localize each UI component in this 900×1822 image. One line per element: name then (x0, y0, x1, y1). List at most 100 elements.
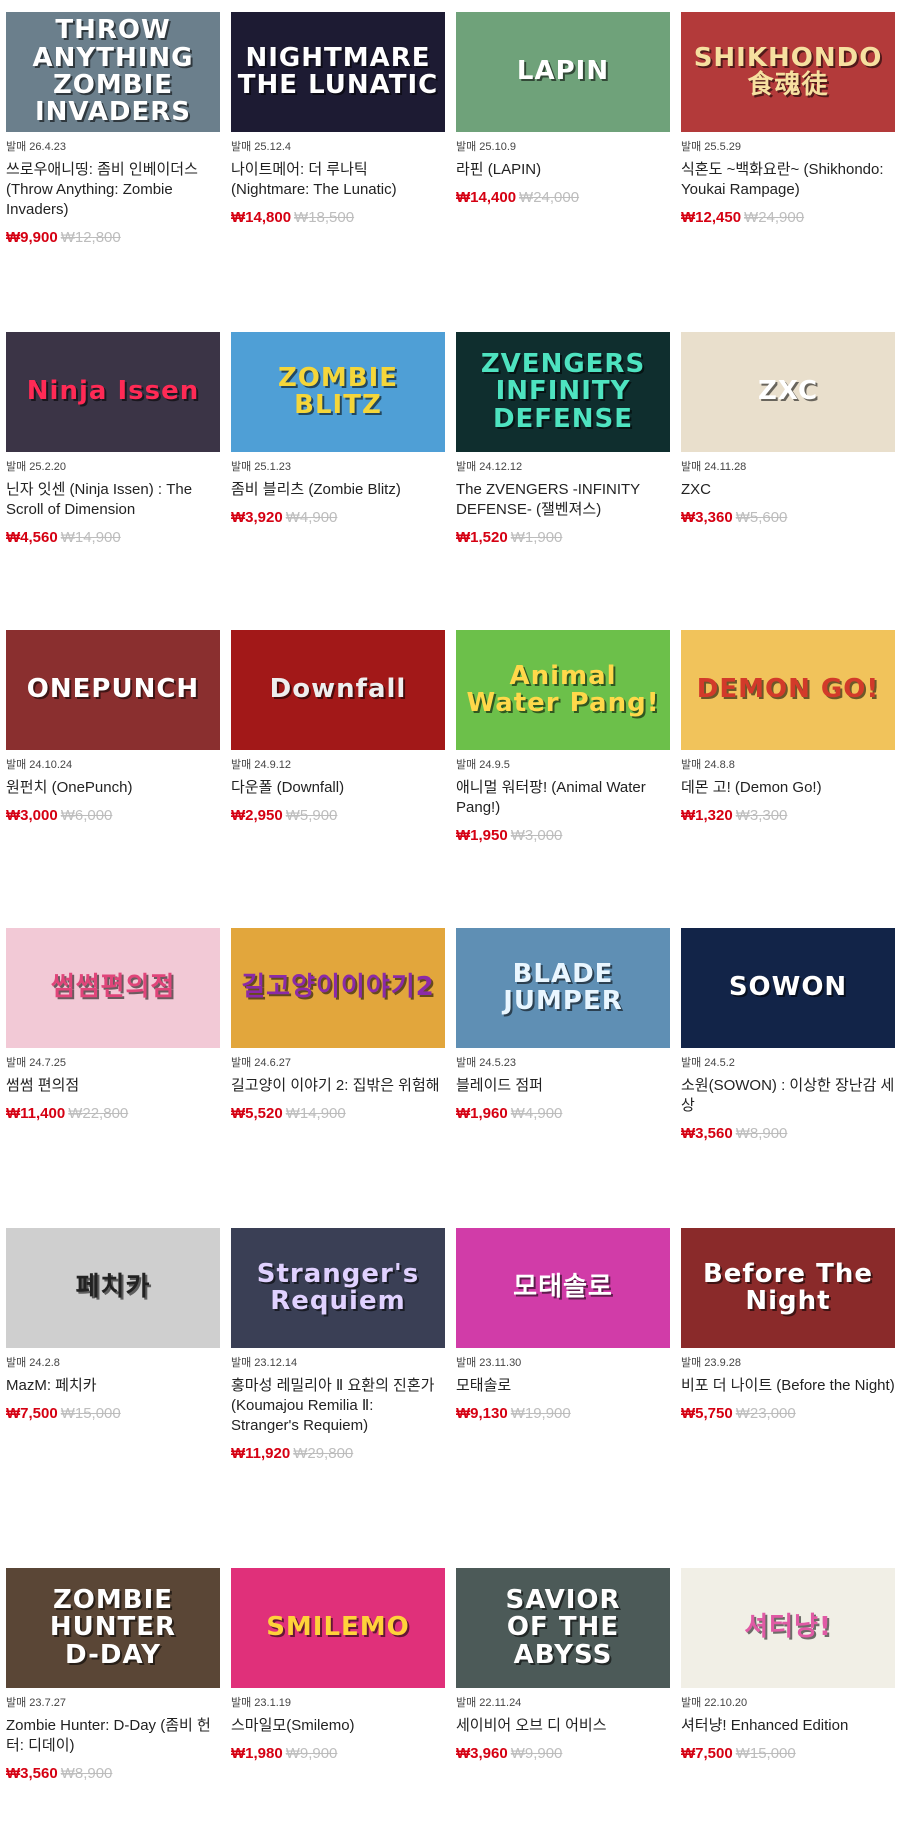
sale-price: ₩12,450 (681, 209, 742, 226)
game-title[interactable]: 소원(SOWON) : 이상한 장난감 세상 (681, 1076, 895, 1116)
game-card[interactable]: 썸썸편의점 발매 24.7.25 썸썸 편의점 ₩11,400 ₩22,800 (6, 928, 220, 1124)
game-thumbnail[interactable]: ZXC (681, 332, 895, 452)
game-thumbnail[interactable]: Stranger's Requiem (231, 1228, 445, 1348)
game-card[interactable]: SMILEMO 발매 23.1.19 스마일모(Smilemo) ₩1,980 ₩9,9… (231, 1568, 445, 1764)
game-title[interactable]: 비포 더 나이트 (Before the Night) (681, 1376, 895, 1396)
release-date: 발매 24.9.12 (231, 759, 291, 771)
sale-price: ₩3,960 (456, 1745, 508, 1762)
game-title[interactable]: 홍마성 레밀리아 Ⅱ 요환의 진혼가 (Koumajou Remilia Ⅱ: … (231, 1376, 445, 1436)
thumbnail-logo-text: NIGHTMARE THE LUNATIC (237, 42, 439, 100)
game-thumbnail[interactable]: SMILEMO (231, 1568, 445, 1688)
game-thumbnail[interactable]: 길고양이이야기2 (231, 928, 445, 1048)
game-card[interactable]: Ninja Issen 발매 25.2.20 닌자 잇센 (Ninja Issen)… (6, 332, 220, 548)
game-title[interactable]: 식혼도 ~백화요란~ (Shikhondo: Youkai Rampage) (681, 160, 895, 200)
original-price: ₩9,900 (285, 1745, 338, 1762)
release-date: 발매 23.11.30 (456, 1357, 522, 1369)
game-title[interactable]: 세이비어 오브 디 어비스 (456, 1716, 670, 1736)
game-title[interactable]: 원펀치 (OnePunch) (6, 778, 220, 798)
game-thumbnail[interactable]: SHIKHONDO 食魂徒 (681, 12, 895, 132)
game-thumbnail[interactable]: DEMON GO! (681, 630, 895, 750)
game-thumbnail[interactable]: 셔터냥! (681, 1568, 895, 1688)
game-card[interactable]: ZOMBIE BLITZ 발매 25.1.23 좀비 블리츠 (Zombie Bli… (231, 332, 445, 528)
game-thumbnail[interactable]: Before The Night (681, 1228, 895, 1348)
game-thumbnail[interactable]: ZOMBIE HUNTER D-DAY (6, 1568, 220, 1688)
game-title[interactable]: 썸썸 편의점 (6, 1076, 220, 1096)
original-price: ₩8,900 (60, 1765, 113, 1782)
game-card[interactable]: ZVENGERS INFINITY DEFENSE 발매 24.12.12 The … (456, 332, 670, 548)
game-title[interactable]: 다운폴 (Downfall) (231, 778, 445, 798)
game-thumbnail[interactable]: BLADE JUMPER (456, 928, 670, 1048)
game-thumbnail[interactable]: Downfall (231, 630, 445, 750)
sale-price: ₩11,920 (231, 1445, 291, 1462)
game-thumbnail[interactable]: 썸썸편의점 (6, 928, 220, 1048)
game-title[interactable]: MazM: 페치카 (6, 1376, 220, 1396)
game-thumbnail[interactable]: SAVIOR OF THE ABYSS (456, 1568, 670, 1688)
sale-price: ₩9,130 (456, 1405, 508, 1422)
game-title[interactable]: 데몬 고! (Demon Go!) (681, 778, 895, 798)
game-thumbnail[interactable]: 모태솔로 (456, 1228, 670, 1348)
game-card[interactable]: ZOMBIE HUNTER D-DAY 발매 23.7.27 Zombie Hunt… (6, 1568, 220, 1784)
game-title[interactable]: 길고양이 이야기 2: 집밖은 위험해 (231, 1076, 445, 1096)
game-card[interactable]: ZXC 발매 24.11.28 ZXC ₩3,360 ₩5,600 (681, 332, 895, 528)
game-title[interactable]: 모태솔로 (456, 1376, 670, 1396)
game-grid: THROW ANYTHING ZOMBIE INVADERS 발매 26.4.23… (0, 0, 900, 1822)
game-card[interactable]: LAPIN 발매 25.10.9 라핀 (LAPIN) ₩14,400 ₩24,000 (456, 12, 670, 208)
game-thumbnail[interactable]: Animal Water Pang! (456, 630, 670, 750)
game-title[interactable]: 좀비 블리츠 (Zombie Blitz) (231, 480, 445, 500)
thumbnail-logo-text: SAVIOR OF THE ABYSS (505, 1585, 621, 1670)
game-thumbnail[interactable]: Ninja Issen (6, 332, 220, 452)
price-row: ₩9,130 ₩19,900 (456, 1404, 670, 1424)
release-date: 발매 24.11.28 (681, 461, 747, 473)
game-card[interactable]: SOWON 발매 24.5.2 소원(SOWON) : 이상한 장난감 세상 ₩3,5… (681, 928, 895, 1144)
game-card[interactable]: BLADE JUMPER 발매 24.5.23 블레이드 점퍼 ₩1,960 ₩4,90… (456, 928, 670, 1124)
original-price: ₩9,900 (510, 1745, 563, 1762)
game-card[interactable]: Animal Water Pang! 발매 24.9.5 애니멀 워터팡! (Ani… (456, 630, 670, 846)
game-card[interactable]: SAVIOR OF THE ABYSS 발매 22.11.24 세이비어 오브 디 … (456, 1568, 670, 1764)
game-card[interactable]: Stranger's Requiem 발매 23.12.14 홍마성 레밀리아 Ⅱ … (231, 1228, 445, 1464)
game-card[interactable]: 페치카 발매 24.2.8 MazM: 페치카 ₩7,500 ₩15,000 (6, 1228, 220, 1424)
game-title[interactable]: Zombie Hunter: D-Day (좀비 헌터: 디데이) (6, 1716, 220, 1756)
game-card[interactable]: 모태솔로 발매 23.11.30 모태솔로 ₩9,130 ₩19,900 (456, 1228, 670, 1424)
game-title[interactable]: 블레이드 점퍼 (456, 1076, 670, 1096)
game-card[interactable]: ONEPUNCH 발매 24.10.24 원펀치 (OnePunch) ₩3,000 ₩… (6, 630, 220, 826)
thumbnail-logo-text: ZXC (757, 376, 819, 407)
game-title[interactable]: 라핀 (LAPIN) (456, 160, 670, 180)
original-price: ₩14,900 (60, 529, 121, 546)
game-title[interactable]: 쓰로우애니띵: 좀비 인베이더스 (Throw Anything: Zombie… (6, 160, 220, 220)
game-card[interactable]: DEMON GO! 발매 24.8.8 데몬 고! (Demon Go!) ₩1,32… (681, 630, 895, 826)
game-card[interactable]: NIGHTMARE THE LUNATIC 발매 25.12.4 나이트메어: 더 … (231, 12, 445, 228)
price-row: ₩5,520 ₩14,900 (231, 1104, 445, 1124)
game-title[interactable]: ZXC (681, 480, 895, 500)
game-thumbnail[interactable]: ONEPUNCH (6, 630, 220, 750)
game-card[interactable]: 길고양이이야기2 발매 24.6.27 길고양이 이야기 2: 집밖은 위험해 ₩5,… (231, 928, 445, 1124)
game-card[interactable]: SHIKHONDO 食魂徒 발매 25.5.29 식혼도 ~백화요란~ (Shikh… (681, 12, 895, 228)
thumbnail-logo-text: Downfall (269, 674, 407, 705)
game-card[interactable]: Before The Night 발매 23.9.28 비포 더 나이트 (Befo… (681, 1228, 895, 1424)
game-title[interactable]: The ZVENGERS -INFINITY DEFENSE- (잴벤져스) (456, 480, 670, 520)
game-title[interactable]: 셔터냥! Enhanced Edition (681, 1716, 895, 1736)
release-date: 발매 24.5.23 (456, 1057, 516, 1069)
game-card[interactable]: Downfall 발매 24.9.12 다운폴 (Downfall) ₩2,950 ₩5… (231, 630, 445, 826)
game-thumbnail[interactable]: THROW ANYTHING ZOMBIE INVADERS (6, 12, 220, 132)
original-price: ₩3,300 (735, 807, 788, 824)
game-thumbnail[interactable]: NIGHTMARE THE LUNATIC (231, 12, 445, 132)
original-price: ₩22,800 (68, 1105, 129, 1122)
release-date: 발매 23.1.19 (231, 1697, 291, 1709)
game-card[interactable]: 셔터냥! 발매 22.10.20 셔터냥! Enhanced Edition ₩7,5… (681, 1568, 895, 1764)
game-card[interactable]: THROW ANYTHING ZOMBIE INVADERS 발매 26.4.23… (6, 12, 220, 248)
release-date: 발매 24.7.25 (6, 1057, 66, 1069)
game-thumbnail[interactable]: LAPIN (456, 12, 670, 132)
game-title[interactable]: 애니멀 워터팡! (Animal Water Pang!) (456, 778, 670, 818)
sale-price: ₩3,560 (681, 1125, 733, 1142)
original-price: ₩4,900 (510, 1105, 563, 1122)
game-thumbnail[interactable]: 페치카 (6, 1228, 220, 1348)
game-thumbnail[interactable]: ZVENGERS INFINITY DEFENSE (456, 332, 670, 452)
game-title[interactable]: 스마일모(Smilemo) (231, 1716, 445, 1736)
game-thumbnail[interactable]: ZOMBIE BLITZ (231, 332, 445, 452)
game-title[interactable]: 닌자 잇센 (Ninja Issen) : The Scroll of Dime… (6, 480, 220, 520)
game-title[interactable]: 나이트메어: 더 루나틱 (Nightmare: The Lunatic) (231, 160, 445, 200)
sale-price: ₩14,400 (456, 189, 517, 206)
price-row: ₩7,500 ₩15,000 (681, 1744, 895, 1764)
game-thumbnail[interactable]: SOWON (681, 928, 895, 1048)
original-price: ₩12,800 (60, 229, 121, 246)
